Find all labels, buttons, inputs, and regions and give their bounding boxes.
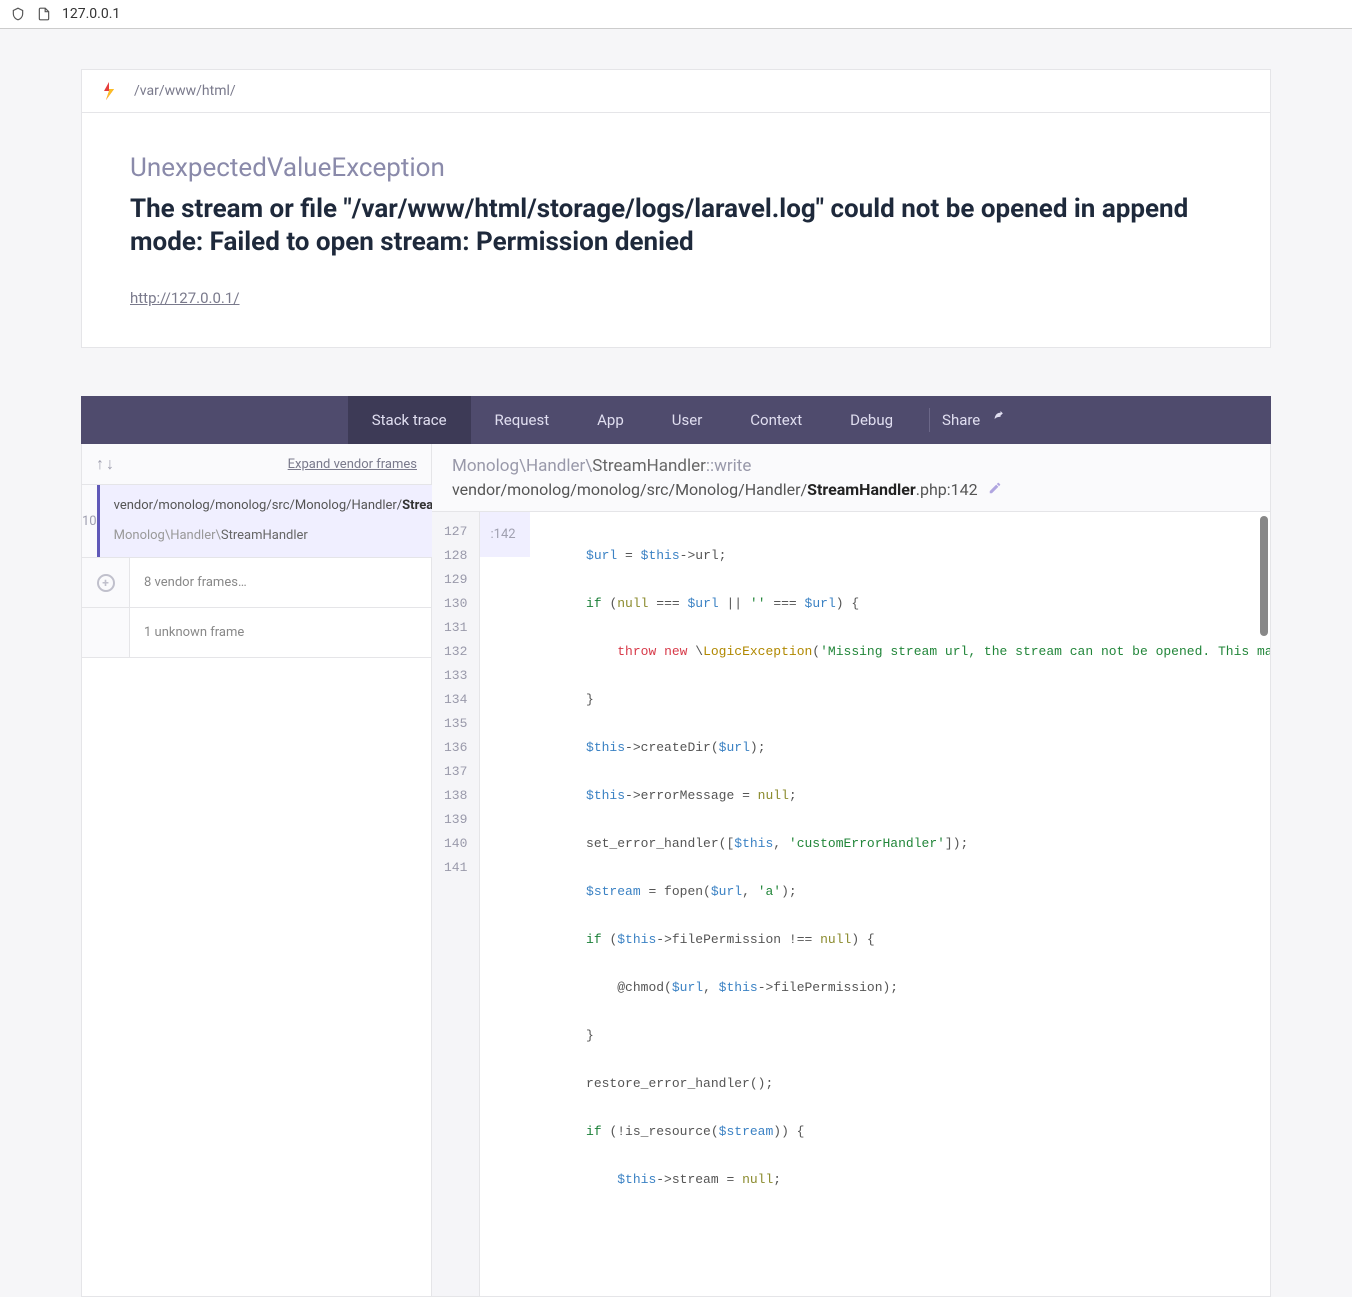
ignition-logo-icon [102, 82, 116, 100]
share-label: Share [942, 411, 980, 429]
frame-nav-arrows[interactable]: ↑ ↓ [96, 454, 114, 474]
expand-icon-cell: + [82, 558, 130, 607]
line-numbers: 127 128 129 130 131 132 133 134 135 136 … [432, 512, 480, 1296]
frame-item[interactable]: 10 vendor/monolog/monolog/src/Monolog/Ha… [82, 485, 431, 558]
arrow-up-icon[interactable]: ↑ [96, 454, 104, 474]
file-location: vendor/monolog/monolog/src/Monolog/Handl… [452, 480, 1250, 499]
project-path: /var/www/html/ [134, 83, 236, 99]
scrollbar-thumb[interactable] [1260, 516, 1268, 636]
exception-message: The stream or file "/var/www/html/storag… [130, 193, 1222, 258]
namespace-path: Monolog\Handler\StreamHandler::write [452, 456, 1250, 476]
frame-number: 10 [82, 485, 98, 557]
tab-context[interactable]: Context [726, 396, 826, 444]
code-header: Monolog\Handler\StreamHandler::write ven… [432, 444, 1270, 512]
unknown-frame-gutter [82, 608, 130, 657]
exception-class: UnexpectedValueException [130, 153, 1222, 183]
code-block: 127 128 129 130 131 132 133 134 135 136 … [432, 512, 1270, 1296]
pencil-icon[interactable] [988, 480, 1002, 499]
share-button[interactable]: Share [942, 411, 1004, 429]
frames-sidebar: ↑ ↓ Expand vendor frames 10 vendor/monol… [82, 444, 432, 1296]
request-url-link[interactable]: http://127.0.0.1/ [130, 289, 240, 307]
url-text[interactable]: 127.0.0.1 [62, 6, 120, 22]
tab-app[interactable]: App [573, 396, 648, 444]
tab-request[interactable]: Request [471, 396, 574, 444]
tab-stack-trace[interactable]: Stack trace [348, 396, 471, 444]
vendor-frames-label: 8 vendor frames… [144, 575, 247, 590]
scrollbar[interactable] [1260, 512, 1268, 1296]
browser-address-bar: 127.0.0.1 [0, 0, 1352, 29]
vendor-frames-toggle[interactable]: + 8 vendor frames… [82, 558, 431, 608]
tab-user[interactable]: User [648, 396, 727, 444]
card-header: /var/www/html/ [82, 70, 1270, 113]
expand-vendor-link[interactable]: Expand vendor frames [288, 457, 417, 472]
document-icon [36, 6, 52, 22]
share-icon [990, 411, 1004, 429]
shield-icon[interactable] [10, 6, 26, 22]
unknown-frame-item[interactable]: 1 unknown frame [82, 608, 431, 658]
tab-divider [929, 408, 930, 432]
code-panel: Monolog\Handler\StreamHandler::write ven… [432, 444, 1270, 1296]
exception-card: /var/www/html/ UnexpectedValueException … [81, 69, 1271, 348]
arrow-down-icon[interactable]: ↓ [106, 454, 114, 474]
tab-debug[interactable]: Debug [826, 396, 917, 444]
code-lines[interactable]: $url = $this->url; if (null === $url || … [480, 512, 1270, 1296]
tab-bar: Stack trace Request App User Context Deb… [81, 396, 1271, 444]
sidebar-controls: ↑ ↓ Expand vendor frames [82, 444, 431, 485]
plus-icon[interactable]: + [97, 574, 115, 592]
unknown-frame-label: 1 unknown frame [144, 625, 244, 640]
frame-namespace: Monolog\Handler\StreamHandler [114, 527, 308, 545]
stack-content: ↑ ↓ Expand vendor frames 10 vendor/monol… [81, 444, 1271, 1297]
